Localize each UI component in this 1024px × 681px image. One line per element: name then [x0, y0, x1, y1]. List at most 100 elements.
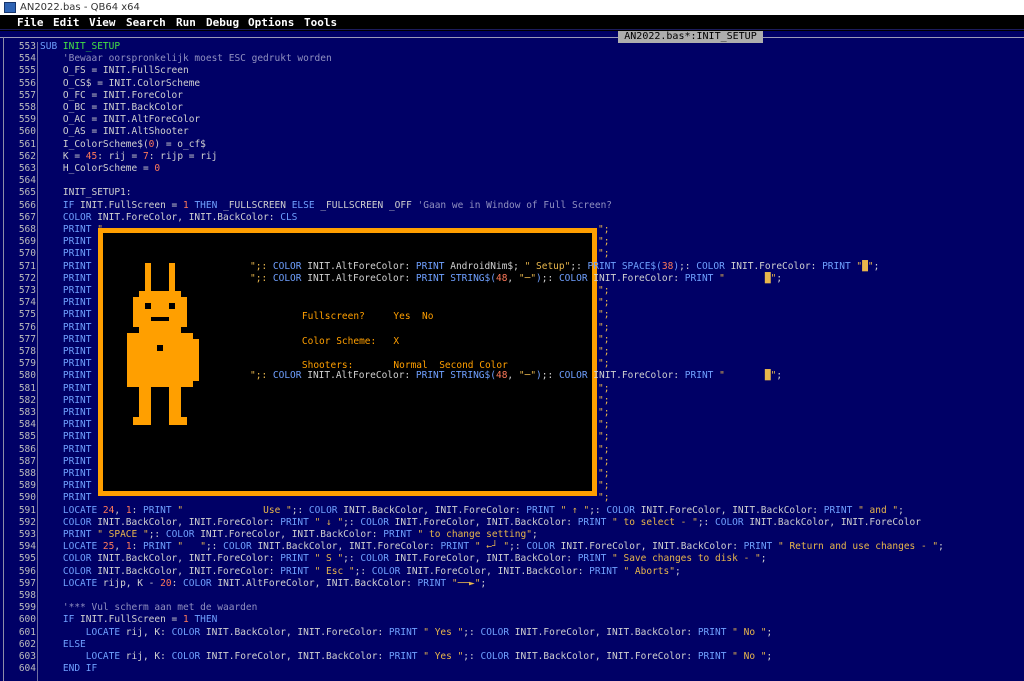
code-line-tail: ";	[598, 346, 609, 358]
line-number: 585	[18, 431, 36, 443]
code-token: INIT.ForeColor, INIT.BackColor:	[640, 504, 824, 516]
code-token: PRINT	[383, 529, 418, 540]
menu-run[interactable]: Run	[176, 15, 196, 30]
code-token: PRINT	[415, 260, 451, 272]
code-token: ;:	[354, 565, 372, 577]
code-token: ;:	[541, 370, 559, 382]
code-token: INIT.ForeColor, INIT.BackColor:	[394, 553, 578, 565]
code-token: ;:	[570, 260, 588, 272]
code-text: PRINT "	[40, 248, 103, 260]
code-token: ELSE	[291, 199, 321, 211]
code-token: ;	[776, 272, 783, 284]
line-number: 576	[18, 321, 36, 333]
code-token: PRINT	[40, 333, 98, 345]
line-number: 602	[18, 638, 36, 650]
line-number: 594	[18, 541, 36, 553]
menu-view[interactable]: View	[89, 15, 116, 30]
code-token: ";	[598, 419, 610, 431]
code-token: " Return and use changes - "	[778, 541, 939, 553]
code-token: COLOR	[165, 529, 201, 540]
code-text: H_ColorScheme = 0	[40, 163, 160, 175]
line-number: 601	[18, 626, 36, 638]
code-text: PRINT "	[40, 444, 103, 456]
code-token: " to change setting"	[417, 529, 532, 540]
code-token: INIT.ForeColor:	[593, 272, 685, 284]
code-token: ";	[598, 443, 610, 455]
menu-search[interactable]: Search	[126, 15, 166, 30]
line-number: 598	[18, 590, 36, 601]
code-token: LOCATE	[40, 541, 103, 553]
shooters-row: Shooters: Normal Second Color	[279, 348, 508, 371]
menu-debug[interactable]: Debug	[206, 15, 239, 30]
code-token: ,	[114, 504, 126, 516]
code-token: O_BC = INIT.BackColor	[40, 102, 183, 113]
code-token: ";:	[250, 260, 273, 272]
menu-tools[interactable]: Tools	[304, 15, 337, 30]
line-number: 583	[18, 407, 36, 418]
code-token: PRINT	[40, 443, 98, 455]
code-line-tail: ";: COLOR INIT.AltForeColor: PRINT STRIN…	[250, 370, 782, 382]
code-text: PRINT "	[40, 261, 103, 273]
menu-file[interactable]: File	[17, 15, 44, 30]
code-token: LOCATE	[40, 577, 103, 589]
code-token: _FULLSCREEN	[223, 199, 292, 211]
code-text: PRINT " SPACE ";: COLOR INIT.ForeColor, …	[40, 529, 538, 541]
code-token: "──►"	[451, 577, 481, 589]
code-token: ;:	[291, 504, 309, 516]
code-text: PRINT "	[40, 273, 103, 285]
code-token: PRINT	[40, 529, 98, 540]
code-token: " Esc "	[314, 565, 355, 577]
code-text: O_FS = INIT.FullScreen	[40, 65, 189, 77]
menu-options[interactable]: Options	[248, 15, 294, 30]
code-token: " Yes "	[423, 626, 464, 638]
code-text: PRINT "	[40, 407, 103, 419]
code-token: PRINT	[40, 358, 98, 370]
code-token: PRINT	[697, 651, 733, 662]
code-token: PRINT	[143, 504, 178, 516]
code-token: 1	[183, 199, 195, 211]
qb64-app-icon	[4, 2, 16, 13]
code-token: PRINT	[143, 541, 178, 553]
code-token: H_ColorScheme =	[40, 163, 155, 174]
code-token: 38	[661, 260, 674, 272]
line-number: 590	[18, 492, 36, 504]
code-text: PRINT "	[40, 480, 103, 492]
code-token: " Aborts"	[623, 565, 675, 577]
code-text: O_CS$ = INIT.ColorScheme	[40, 78, 200, 90]
code-token: COLOR	[40, 211, 98, 223]
line-number: 577	[18, 333, 36, 345]
code-token: ;	[776, 370, 783, 382]
code-line-tail: ";	[598, 444, 609, 456]
code-token: ";:	[250, 370, 273, 382]
code-token: LOCATE	[40, 504, 103, 516]
code-text: PRINT "	[40, 297, 103, 309]
code-token: PRINT	[743, 541, 778, 553]
code-token: COLOR	[606, 504, 641, 516]
line-number: 568	[18, 224, 36, 235]
code-text: PRINT "	[40, 236, 103, 248]
code-token: : rij =	[97, 150, 143, 162]
code-token: COLOR	[272, 260, 308, 272]
code-token: " SPACE "	[97, 529, 149, 540]
code-token: PRINT	[40, 468, 98, 479]
code-text: O_BC = INIT.BackColor	[40, 102, 183, 114]
code-token: " Save changes to disk - "	[612, 553, 761, 565]
code-token: ;:	[205, 541, 224, 553]
line-number: 571	[18, 260, 36, 272]
code-token: _FULLSCREEN _OFF	[320, 199, 418, 211]
line-number: 596	[18, 565, 36, 577]
code-token: "█"	[856, 260, 874, 272]
menu-edit[interactable]: Edit	[53, 15, 80, 30]
code-token: PRINT	[577, 553, 613, 565]
code-token: THEN	[194, 614, 218, 626]
code-token: PRINT	[280, 516, 315, 528]
colorscheme-label: Color Scheme:	[301, 336, 377, 347]
code-line-tail: ";: COLOR INIT.AltForeColor: PRINT STRIN…	[250, 273, 782, 285]
code-token: ELSE	[40, 638, 86, 650]
document-tab[interactable]: AN2022.bas*:INIT_SETUP	[618, 31, 763, 43]
code-token: COLOR	[40, 516, 98, 528]
code-token: " ↑ "	[560, 504, 590, 516]
code-token: IF	[40, 614, 81, 626]
code-text: PRINT "	[40, 431, 103, 443]
code-text: K = 45: rij = 7: rijp = rij	[40, 151, 217, 163]
